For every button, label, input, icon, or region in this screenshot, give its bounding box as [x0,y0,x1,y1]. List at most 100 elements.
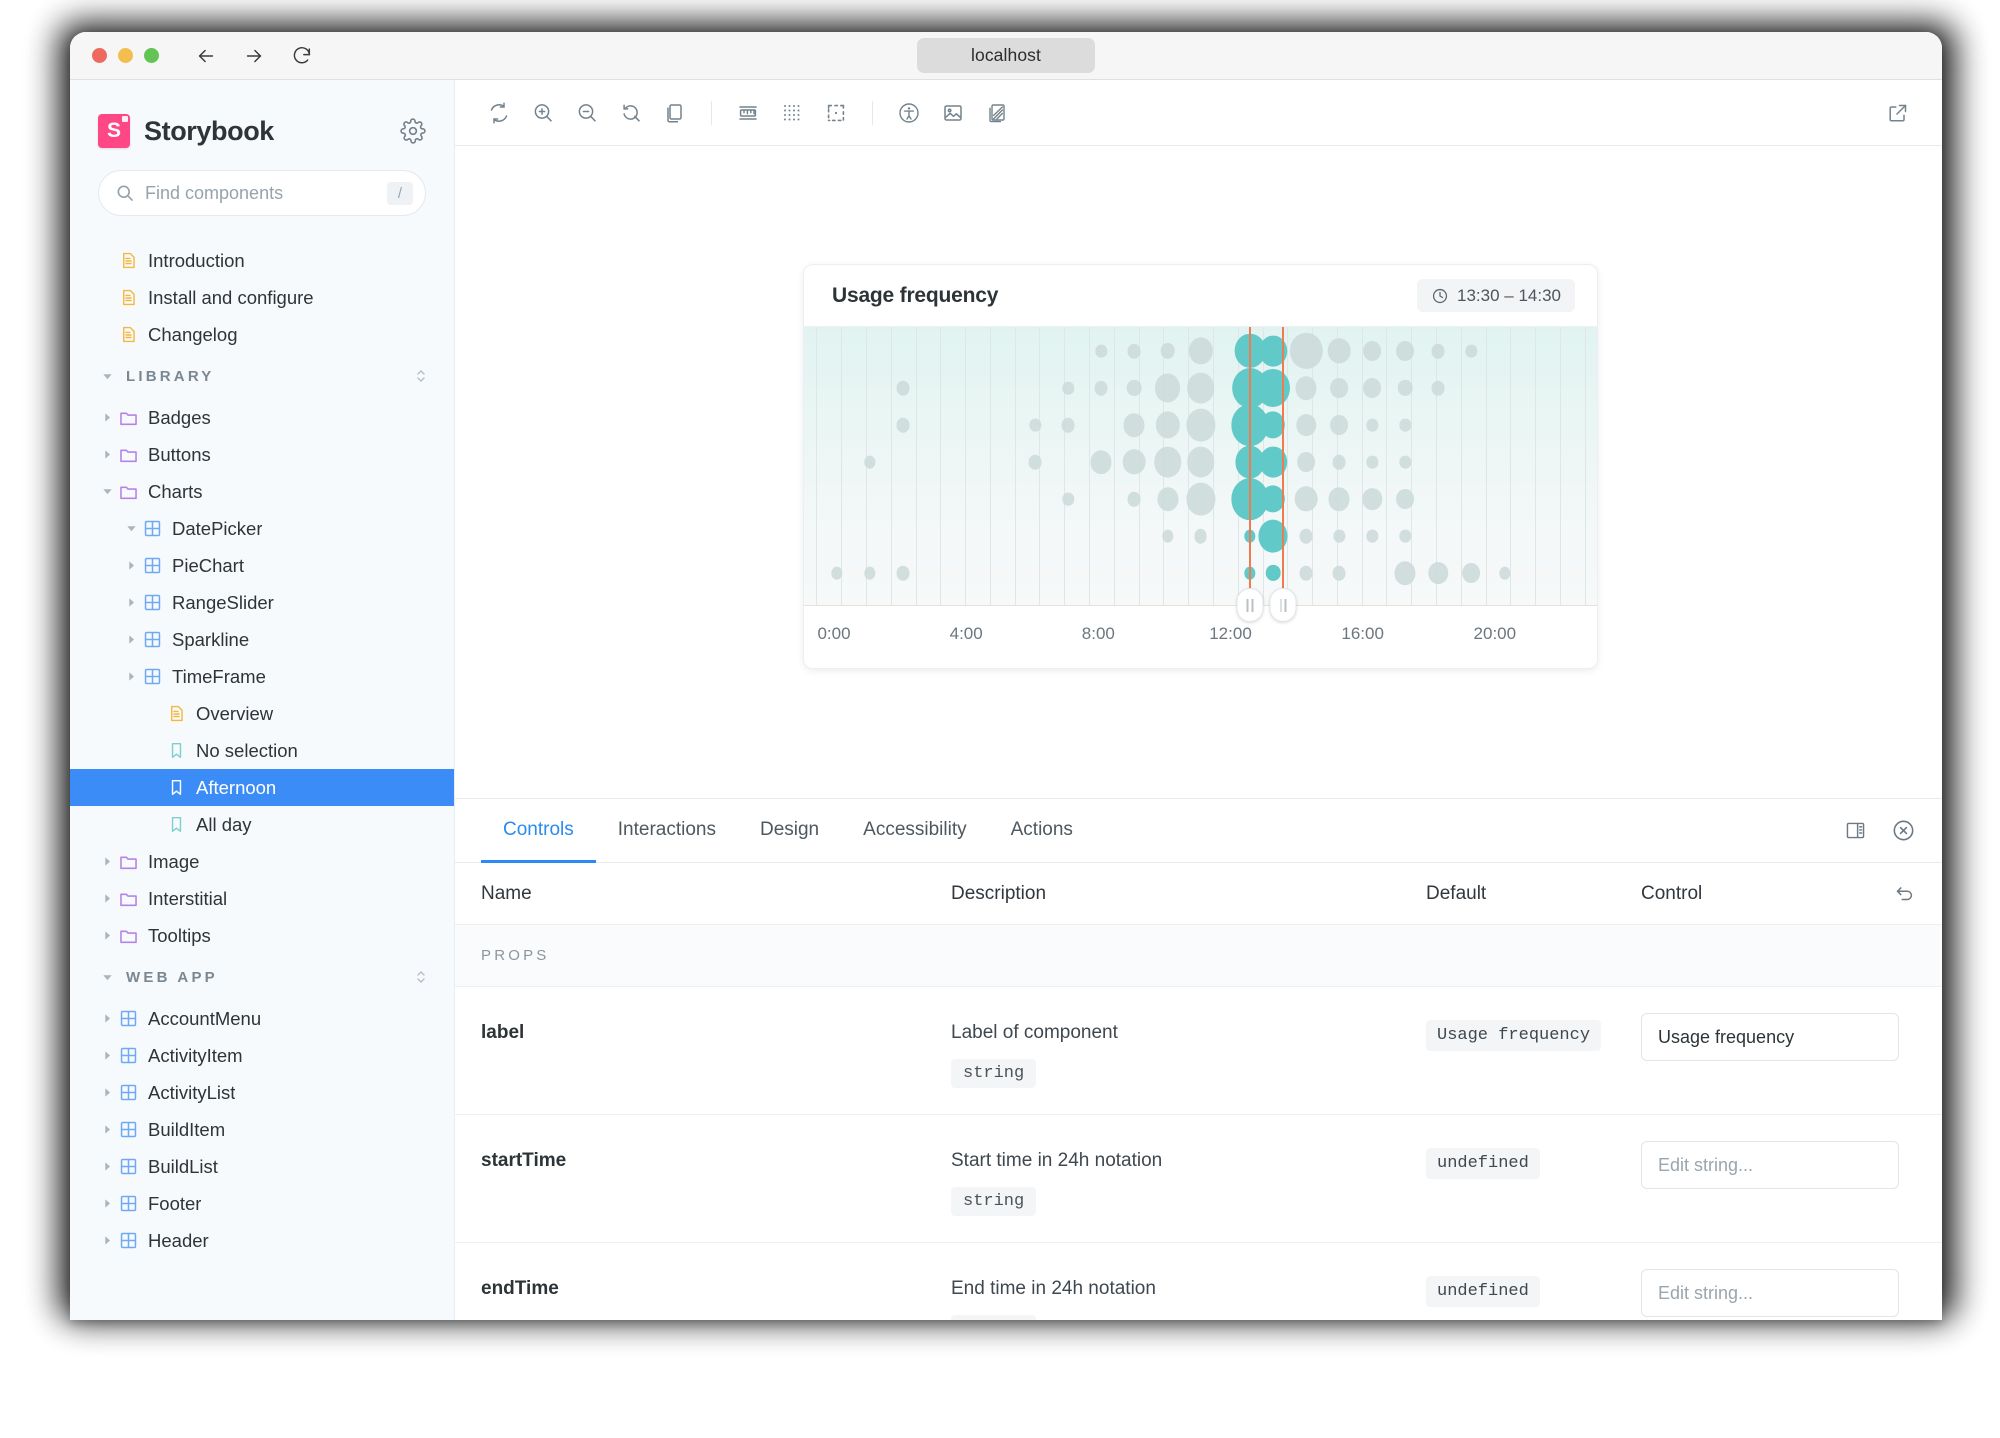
sidebar-item-image[interactable]: Image [70,843,454,880]
sidebar-layout-icon[interactable] [1832,799,1879,862]
background-icon[interactable] [653,91,697,135]
caret-collapsed-icon[interactable] [122,671,140,682]
tab-design[interactable]: Design [738,799,841,863]
sidebar-item-footer[interactable]: Footer [70,1185,454,1222]
sidebar-item-timeframe[interactable]: TimeFrame [70,658,454,695]
usage-dot [1366,418,1378,432]
measure-icon[interactable] [726,91,770,135]
component-icon [140,556,164,575]
search-input[interactable]: Find components / [98,170,426,216]
reset-arrow-icon[interactable] [1876,883,1916,905]
caret-expanded-icon[interactable] [122,523,140,534]
back-icon[interactable] [195,45,217,67]
sidebar-item-activitylist[interactable]: ActivityList [70,1074,454,1111]
sidebar-group-library[interactable]: LIBRARY [70,353,454,399]
opacity-icon[interactable] [975,91,1019,135]
sidebar-item-all-day[interactable]: All day [70,806,454,843]
tab-accessibility[interactable]: Accessibility [841,799,988,863]
timeframe-component: Usage frequency 13:30 – 14:30 0:00 4:00 8:… [803,264,1598,669]
caret-collapsed-icon[interactable] [98,449,116,460]
sidebar-item-overview[interactable]: Overview [70,695,454,732]
text-control-input[interactable]: Edit string... [1641,1269,1899,1317]
usage-dot [1095,344,1108,358]
sidebar-item-no-selection[interactable]: No selection [70,732,454,769]
open-in-new-icon[interactable] [1876,91,1920,135]
text-control-input[interactable]: Edit string... [1641,1141,1899,1189]
tab-controls[interactable]: Controls [481,799,596,863]
sidebar-group-web-app[interactable]: WEB APP [70,954,454,1000]
caret-collapsed-icon[interactable] [98,1235,116,1246]
caret-expanded-icon[interactable] [98,486,116,497]
sidebar-item-activityitem[interactable]: ActivityItem [70,1037,454,1074]
sidebar-item-datepicker[interactable]: DatePicker [70,510,454,547]
caret-collapsed-icon[interactable] [98,930,116,941]
forward-icon[interactable] [243,45,265,67]
usage-dot [1297,452,1316,472]
sort-icon[interactable] [414,969,428,985]
prop-default: undefined [1426,1141,1641,1179]
sidebar-item-buttons[interactable]: Buttons [70,436,454,473]
caret-expanded-icon[interactable] [98,371,116,382]
sort-icon[interactable] [414,368,428,384]
document-icon [116,325,140,344]
gear-icon[interactable] [400,118,426,144]
sidebar-item-piechart[interactable]: PieChart [70,547,454,584]
zoom-in-icon[interactable] [521,91,565,135]
outline-icon[interactable] [814,91,858,135]
sidebar-item-sparkline[interactable]: Sparkline [70,621,454,658]
sidebar-item-builditem[interactable]: BuildItem [70,1111,454,1148]
reload-icon[interactable] [291,45,313,67]
caret-collapsed-icon[interactable] [98,856,116,867]
sidebar-item-header[interactable]: Header [70,1222,454,1259]
sidebar-item-accountmenu[interactable]: AccountMenu [70,1000,454,1037]
address-bar[interactable]: localhost [917,38,1095,73]
caret-collapsed-icon[interactable] [122,597,140,608]
caret-collapsed-icon[interactable] [98,1124,116,1135]
sidebar-item-interstitial[interactable]: Interstitial [70,880,454,917]
caret-collapsed-icon[interactable] [98,893,116,904]
usage-dot-plot[interactable] [804,327,1597,622]
sidebar-item-rangeslider[interactable]: RangeSlider [70,584,454,621]
grid-icon[interactable] [770,91,814,135]
range-start-handle[interactable] [1236,588,1264,622]
usage-dot [1333,529,1345,543]
caret-collapsed-icon[interactable] [98,412,116,423]
sidebar-item-charts[interactable]: Charts [70,473,454,510]
minimize-window-button[interactable] [118,48,133,63]
tab-actions[interactable]: Actions [989,799,1095,863]
caret-collapsed-icon[interactable] [98,1198,116,1209]
brand-title: Storybook [144,115,274,146]
usage-dot-highlighted [1265,564,1281,582]
zoom-reset-icon[interactable] [609,91,653,135]
sidebar-item-introduction[interactable]: Introduction [70,242,454,279]
caret-collapsed-icon[interactable] [98,1050,116,1061]
close-circle-icon[interactable] [1879,799,1916,862]
caret-collapsed-icon[interactable] [98,1013,116,1024]
remount-icon[interactable] [477,91,521,135]
text-control-input[interactable]: Usage frequency [1641,1013,1899,1061]
caret-collapsed-icon[interactable] [122,634,140,645]
folder-icon [116,481,140,502]
caret-collapsed-icon[interactable] [122,560,140,571]
sidebar-item-label: Header [148,1229,209,1251]
zoom-out-icon[interactable] [565,91,609,135]
sidebar-group-label: LIBRARY [126,367,215,385]
sidebar-item-install-and-configure[interactable]: Install and configure [70,279,454,316]
maximize-window-button[interactable] [144,48,159,63]
sidebar-item-label: DatePicker [172,517,263,539]
sidebar-item-changelog[interactable]: Changelog [70,316,454,353]
tab-interactions[interactable]: Interactions [596,799,738,863]
image-icon[interactable] [931,91,975,135]
caret-expanded-icon[interactable] [98,972,116,983]
sidebar-item-tooltips[interactable]: Tooltips [70,917,454,954]
range-end-handle[interactable] [1269,588,1297,622]
chart-gridline [989,327,991,605]
caret-collapsed-icon[interactable] [98,1161,116,1172]
sidebar-item-buildlist[interactable]: BuildList [70,1148,454,1185]
sidebar-item-badges[interactable]: Badges [70,399,454,436]
sidebar-item-afternoon[interactable]: Afternoon [70,769,454,806]
close-window-button[interactable] [92,48,107,63]
accessibility-icon[interactable] [887,91,931,135]
caret-collapsed-icon[interactable] [98,1087,116,1098]
chart-gridline [1510,327,1512,605]
